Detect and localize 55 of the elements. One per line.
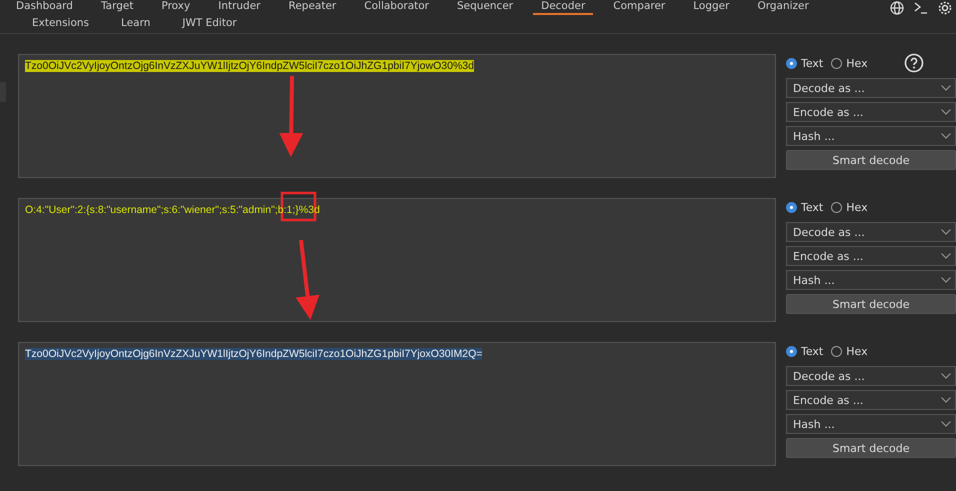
smart-decode-button[interactable]: Smart decode [786, 294, 956, 314]
tab[interactable]: Sequencer [449, 0, 522, 15]
tab[interactable]: Learn [113, 16, 158, 32]
chevron-down-icon [941, 253, 951, 259]
radio-label[interactable]: Hex [846, 200, 868, 214]
dropdown[interactable]: Decode as ... [786, 366, 956, 386]
tab[interactable]: Proxy [153, 0, 198, 15]
tab[interactable]: Organizer [749, 0, 817, 15]
tab[interactable]: Collaborator [356, 0, 437, 15]
smart-decode-button[interactable]: Smart decode [786, 438, 956, 458]
tab[interactable]: Dashboard [8, 0, 81, 15]
radio-label[interactable]: Text [801, 344, 824, 358]
chevron-down-icon [941, 277, 951, 283]
chevron-down-icon [941, 133, 951, 139]
tab[interactable]: Intruder [210, 0, 269, 15]
dropdown[interactable]: Encode as ... [786, 246, 956, 266]
radio-label[interactable]: Hex [846, 56, 868, 70]
tab[interactable]: Target [92, 0, 142, 15]
chevron-down-icon [941, 109, 951, 115]
dropdown[interactable]: Hash ... [786, 126, 956, 146]
editor-text: Tzo0OiJVc2VyIjoyOntzOjg6InVzZXJuYW1lIjtzOjY6IndpZW5lciI7czo1OiJhZG1pbiI7YjoxO30IM2Q= [25, 348, 482, 360]
smart-decode-button[interactable]: Smart decode [786, 150, 956, 170]
tab[interactable]: Comparer [605, 0, 674, 15]
settings-icon[interactable] [938, 0, 952, 14]
chevron-down-icon [941, 373, 951, 379]
tab[interactable]: Repeater [280, 0, 344, 15]
radio-button[interactable] [786, 58, 797, 68]
text-editor[interactable]: Tzo0OiJVc2VyIjoyOntzOjg6InVzZXJuYW1lIjtzOjY6IndpZW5lciI7czo1OiJhZG1pbiI7YjoxO30IM2Q= [18, 342, 776, 466]
radio-button[interactable] [831, 58, 842, 68]
editor-text: Tzo0OiJVc2VyIjoyOntzOjg6InVzZXJuYW1lIjtzOjY6IndpZW5lciI7czo1OiJhZG1pbiI7YjowO30%3d [25, 60, 474, 72]
dropdown[interactable]: Encode as ... [786, 390, 956, 410]
radio-label[interactable]: Hex [846, 344, 868, 358]
chevron-down-icon [941, 397, 951, 403]
text-editor[interactable]: Tzo0OiJVc2VyIjoyOntzOjg6InVzZXJuYW1lIjtzOjY6IndpZW5lciI7czo1OiJhZG1pbiI7YjowO30%3d [18, 54, 776, 178]
tab[interactable]: Logger [685, 0, 738, 15]
dropdown[interactable]: Encode as ... [786, 102, 956, 122]
dropdown[interactable]: Hash ... [786, 414, 956, 434]
chevron-down-icon [941, 85, 951, 91]
terminal-icon[interactable] [914, 0, 928, 14]
tab[interactable]: JWT Editor [174, 16, 245, 32]
dropdown[interactable]: Decode as ... [786, 78, 956, 98]
help-icon[interactable] [904, 53, 924, 73]
chevron-down-icon [941, 229, 951, 235]
radio-button[interactable] [786, 346, 797, 356]
globe-icon[interactable] [890, 0, 904, 14]
dropdown[interactable]: Hash ... [786, 270, 956, 290]
chevron-down-icon [941, 421, 951, 427]
radio-label[interactable]: Text [801, 200, 824, 214]
radio-button[interactable] [831, 346, 842, 356]
tab[interactable]: Decoder [533, 0, 594, 15]
radio-button[interactable] [786, 202, 797, 212]
dropdown[interactable]: Decode as ... [786, 222, 956, 242]
radio-label[interactable]: Text [801, 56, 824, 70]
tab[interactable]: Extensions [24, 16, 98, 32]
radio-button[interactable] [831, 202, 842, 212]
